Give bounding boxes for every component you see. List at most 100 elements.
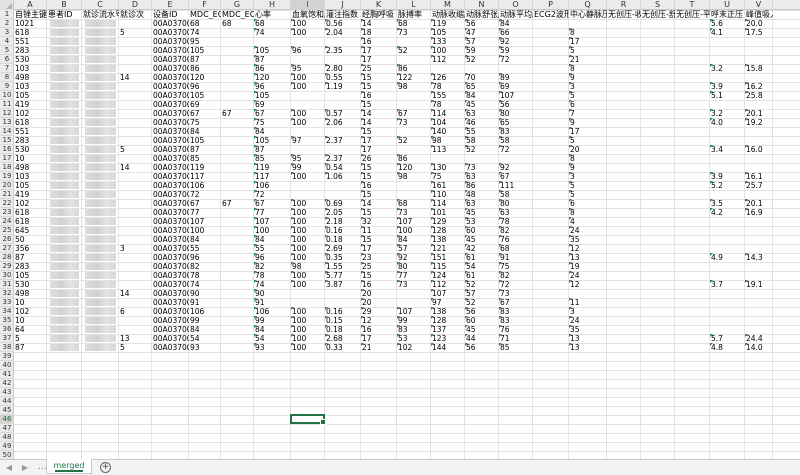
table-cell[interactable]: 72 <box>499 55 533 64</box>
table-cell[interactable]: 2.06 <box>325 118 361 127</box>
table-cell[interactable]: 65 <box>465 82 499 91</box>
table-cell[interactable] <box>675 316 710 325</box>
table-cell[interactable] <box>533 181 569 190</box>
column-header-v[interactable]: V <box>745 0 773 10</box>
table-cell[interactable]: 50 <box>14 235 47 244</box>
table-cell[interactable] <box>607 325 641 334</box>
table-cell[interactable]: 00A03700 <box>152 109 189 118</box>
table-cell[interactable] <box>745 325 773 334</box>
table-cell[interactable] <box>710 226 745 235</box>
table-cell[interactable]: 119 <box>431 19 465 28</box>
table-cell[interactable]: 161 <box>431 181 465 190</box>
table-cell[interactable] <box>465 154 499 163</box>
row-header-7[interactable]: 7 <box>0 64 14 73</box>
header-cell[interactable]: 呼末正压 <box>710 10 745 19</box>
table-cell[interactable]: 4.9 <box>710 253 745 262</box>
table-cell[interactable]: 111 <box>499 181 533 190</box>
table-cell[interactable] <box>710 307 745 316</box>
table-cell[interactable]: 155 <box>431 91 465 100</box>
table-cell[interactable]: 00A03700 <box>152 100 189 109</box>
table-cell[interactable] <box>291 91 325 100</box>
row-header-28[interactable]: 28 <box>0 253 14 262</box>
table-cell[interactable]: 107 <box>431 289 465 298</box>
table-cell[interactable] <box>641 262 675 271</box>
table-cell[interactable]: 121 <box>431 244 465 253</box>
table-cell[interactable] <box>710 262 745 271</box>
table-cell[interactable] <box>221 334 254 343</box>
table-cell[interactable] <box>533 145 569 154</box>
table-cell[interactable]: 67 <box>189 109 221 118</box>
table-cell[interactable]: 105 <box>189 46 221 55</box>
table-cell[interactable] <box>397 37 431 46</box>
table-cell[interactable] <box>675 73 710 82</box>
table-cell[interactable]: 100 <box>291 343 325 352</box>
table-cell[interactable]: 119 <box>189 163 221 172</box>
header-cell[interactable]: 设备ID <box>152 10 189 19</box>
table-cell[interactable]: 114 <box>431 109 465 118</box>
table-cell[interactable]: 68 <box>397 199 431 208</box>
table-cell[interactable]: 80 <box>499 109 533 118</box>
table-cell[interactable]: 71 <box>499 334 533 343</box>
table-cell[interactable] <box>119 181 152 190</box>
table-cell[interactable] <box>607 262 641 271</box>
row-header-10[interactable]: 10 <box>0 91 14 100</box>
table-cell[interactable]: 107 <box>499 91 533 100</box>
table-cell[interactable] <box>675 298 710 307</box>
table-cell[interactable]: 14.0 <box>745 343 773 352</box>
table-cell[interactable] <box>325 289 361 298</box>
table-cell[interactable] <box>641 190 675 199</box>
table-cell[interactable]: 102 <box>14 199 47 208</box>
table-cell[interactable]: 82 <box>499 271 533 280</box>
table-cell[interactable]: 84 <box>465 91 499 100</box>
table-cell[interactable] <box>119 208 152 217</box>
table-cell[interactable] <box>325 190 361 199</box>
table-cell[interactable]: 106 <box>254 181 291 190</box>
column-header-q[interactable]: Q <box>569 0 607 10</box>
table-cell[interactable]: 00A03700 <box>152 280 189 289</box>
table-cell[interactable] <box>221 190 254 199</box>
table-cell[interactable] <box>119 19 152 28</box>
table-cell[interactable]: 137 <box>431 325 465 334</box>
table-cell[interactable] <box>533 253 569 262</box>
table-cell[interactable]: 530 <box>14 145 47 154</box>
table-cell[interactable]: 99 <box>254 316 291 325</box>
table-cell[interactable]: 84 <box>499 19 533 28</box>
table-cell[interactable]: 5 <box>569 190 607 199</box>
table-cell[interactable]: 2.35 <box>325 46 361 55</box>
row-header-32[interactable]: 32 <box>0 289 14 298</box>
table-cell[interactable] <box>465 64 499 73</box>
table-cell[interactable] <box>607 64 641 73</box>
table-cell[interactable]: 92 <box>397 253 431 262</box>
header-cell[interactable]: 经胸呼吸 <box>361 10 397 19</box>
row-header-27[interactable]: 27 <box>0 244 14 253</box>
table-cell[interactable] <box>119 154 152 163</box>
table-cell[interactable] <box>607 289 641 298</box>
table-cell[interactable]: 00A03700 <box>152 55 189 64</box>
table-cell[interactable]: 5.7 <box>710 334 745 343</box>
table-cell[interactable]: 0.56 <box>325 19 361 28</box>
table-cell[interactable]: 551 <box>14 127 47 136</box>
table-cell[interactable] <box>397 100 431 109</box>
table-cell[interactable]: 100 <box>291 82 325 91</box>
table-cell[interactable] <box>221 289 254 298</box>
table-cell[interactable]: 105 <box>189 136 221 145</box>
table-cell[interactable] <box>533 307 569 316</box>
cell-grid[interactable]: 自锉主键患者ID就诊流水号就诊次设备IDMDC_ECG_MDC_ECG_心率血氧… <box>14 10 800 459</box>
table-cell[interactable]: 63 <box>465 199 499 208</box>
table-cell[interactable]: 00A03700 <box>152 316 189 325</box>
table-cell[interactable]: 16 <box>361 280 397 289</box>
table-cell[interactable] <box>675 64 710 73</box>
table-cell[interactable] <box>641 289 675 298</box>
table-cell[interactable]: 63 <box>499 208 533 217</box>
table-cell[interactable]: 100 <box>291 280 325 289</box>
table-cell[interactable]: 3.87 <box>325 280 361 289</box>
table-cell[interactable] <box>533 82 569 91</box>
table-cell[interactable] <box>675 154 710 163</box>
table-cell[interactable]: 47 <box>465 28 499 37</box>
table-cell[interactable] <box>119 190 152 199</box>
table-cell[interactable]: 56 <box>465 19 499 28</box>
table-cell[interactable] <box>221 37 254 46</box>
table-cell[interactable]: 17 <box>361 334 397 343</box>
table-cell[interactable]: 82 <box>499 226 533 235</box>
column-header-b[interactable]: B <box>47 0 82 10</box>
